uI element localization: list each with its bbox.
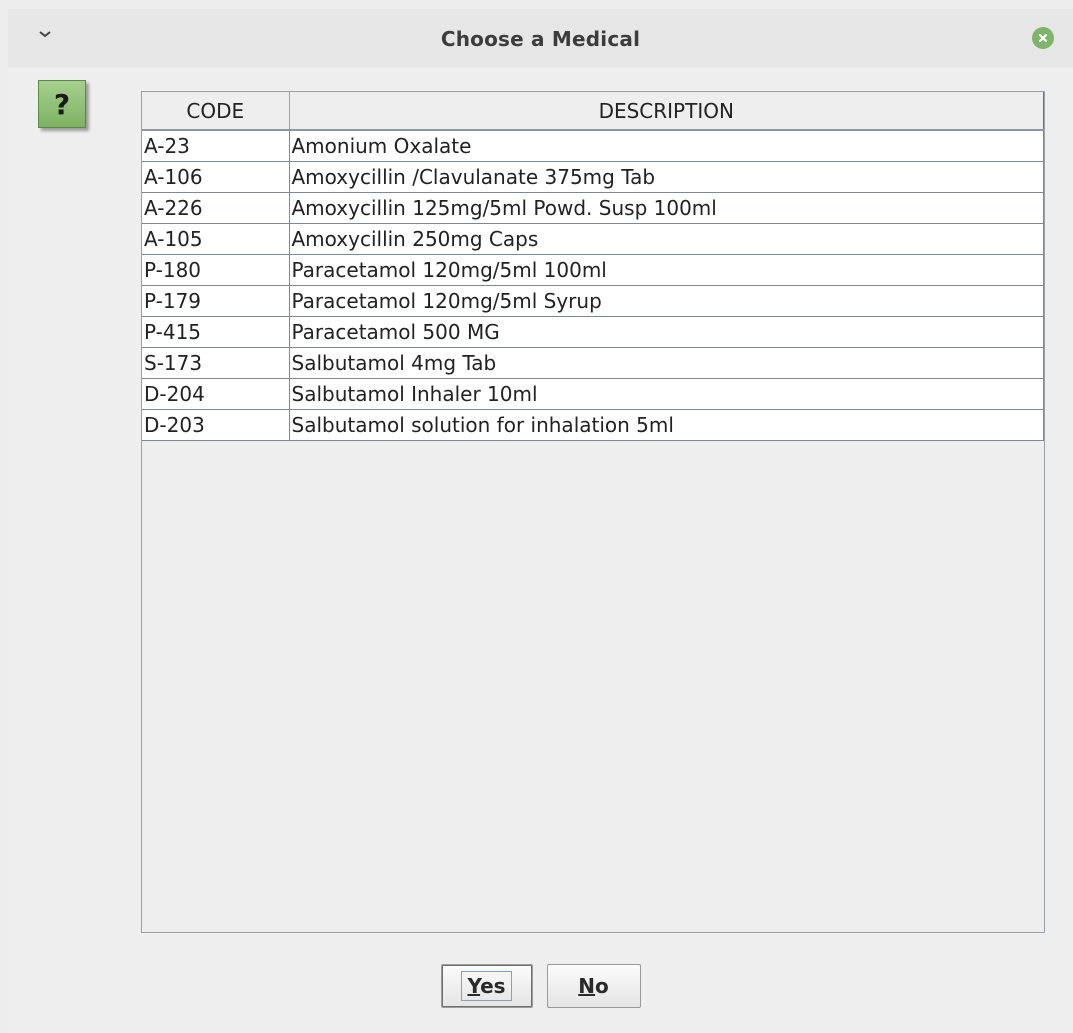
cell-code[interactable]: P-415 xyxy=(142,316,290,348)
column-header-code[interactable]: CODE xyxy=(142,92,290,131)
no-button[interactable]: No xyxy=(546,964,641,1008)
table-row[interactable]: P-180 Paracetamol 120mg/5ml 100ml xyxy=(142,254,1044,286)
no-button-label: No xyxy=(578,974,609,998)
cell-code[interactable]: A-23 xyxy=(142,130,290,162)
question-icon: ? xyxy=(38,80,86,128)
no-label-rest: o xyxy=(595,974,609,998)
cell-code[interactable]: A-105 xyxy=(142,223,290,255)
cell-code[interactable]: P-179 xyxy=(142,285,290,317)
title-bar[interactable]: Choose a Medical xyxy=(8,9,1073,68)
cell-description[interactable]: Paracetamol 120mg/5ml 100ml xyxy=(289,254,1044,286)
table-row[interactable]: A-226 Amoxycillin 125mg/5ml Powd. Susp 1… xyxy=(142,192,1044,224)
dialog-window: Choose a Medical ? CODE DESCRIPTION A-23… xyxy=(0,0,1073,1033)
cell-description[interactable]: Amoxycillin 125mg/5ml Powd. Susp 100ml xyxy=(289,192,1044,224)
cell-description[interactable]: Salbutamol Inhaler 10ml xyxy=(289,378,1044,410)
cell-code[interactable]: A-226 xyxy=(142,192,290,224)
button-bar: Yes No xyxy=(8,964,1073,1008)
yes-label-rest: es xyxy=(480,974,506,998)
no-mnemonic: N xyxy=(578,974,595,998)
close-icon xyxy=(1038,33,1048,43)
medical-table: CODE DESCRIPTION A-23 Amonium Oxalate A-… xyxy=(142,92,1044,441)
table-row[interactable]: A-23 Amonium Oxalate xyxy=(142,130,1044,162)
cell-description[interactable]: Salbutamol solution for inhalation 5ml xyxy=(289,409,1044,441)
cell-code[interactable]: A-106 xyxy=(142,161,290,193)
dialog-content: ? CODE DESCRIPTION A-23 Amonium Oxalate xyxy=(8,67,1073,1033)
cell-code[interactable]: P-180 xyxy=(142,254,290,286)
cell-code[interactable]: S-173 xyxy=(142,347,290,379)
yes-button[interactable]: Yes xyxy=(440,964,533,1008)
column-header-description[interactable]: DESCRIPTION xyxy=(289,92,1044,131)
table-header-row: CODE DESCRIPTION xyxy=(142,92,1044,131)
cell-description[interactable]: Amoxycillin /Clavulanate 375mg Tab xyxy=(289,161,1044,193)
window-title: Choose a Medical xyxy=(440,27,641,51)
cell-description[interactable]: Salbutamol 4mg Tab xyxy=(289,347,1044,379)
medical-table-scrollpane[interactable]: CODE DESCRIPTION A-23 Amonium Oxalate A-… xyxy=(141,91,1045,933)
table-row[interactable]: A-106 Amoxycillin /Clavulanate 375mg Tab xyxy=(142,161,1044,193)
cell-code[interactable]: D-204 xyxy=(142,378,290,410)
table-row[interactable]: D-204 Salbutamol Inhaler 10ml xyxy=(142,378,1044,410)
table-row[interactable]: A-105 Amoxycillin 250mg Caps xyxy=(142,223,1044,255)
table-row[interactable]: P-415 Paracetamol 500 MG xyxy=(142,316,1044,348)
close-button[interactable] xyxy=(1032,27,1054,49)
cell-description[interactable]: Paracetamol 500 MG xyxy=(289,316,1044,348)
table-row[interactable]: D-203 Salbutamol solution for inhalation… xyxy=(142,409,1044,441)
cell-description[interactable]: Paracetamol 120mg/5ml Syrup xyxy=(289,285,1044,317)
yes-button-label: Yes xyxy=(461,971,512,1001)
table-row[interactable]: P-179 Paracetamol 120mg/5ml Syrup xyxy=(142,285,1044,317)
cell-code[interactable]: D-203 xyxy=(142,409,290,441)
cell-description[interactable]: Amoxycillin 250mg Caps xyxy=(289,223,1044,255)
table-row[interactable]: S-173 Salbutamol 4mg Tab xyxy=(142,347,1044,379)
yes-mnemonic: Y xyxy=(467,974,481,998)
cell-description[interactable]: Amonium Oxalate xyxy=(289,130,1044,162)
